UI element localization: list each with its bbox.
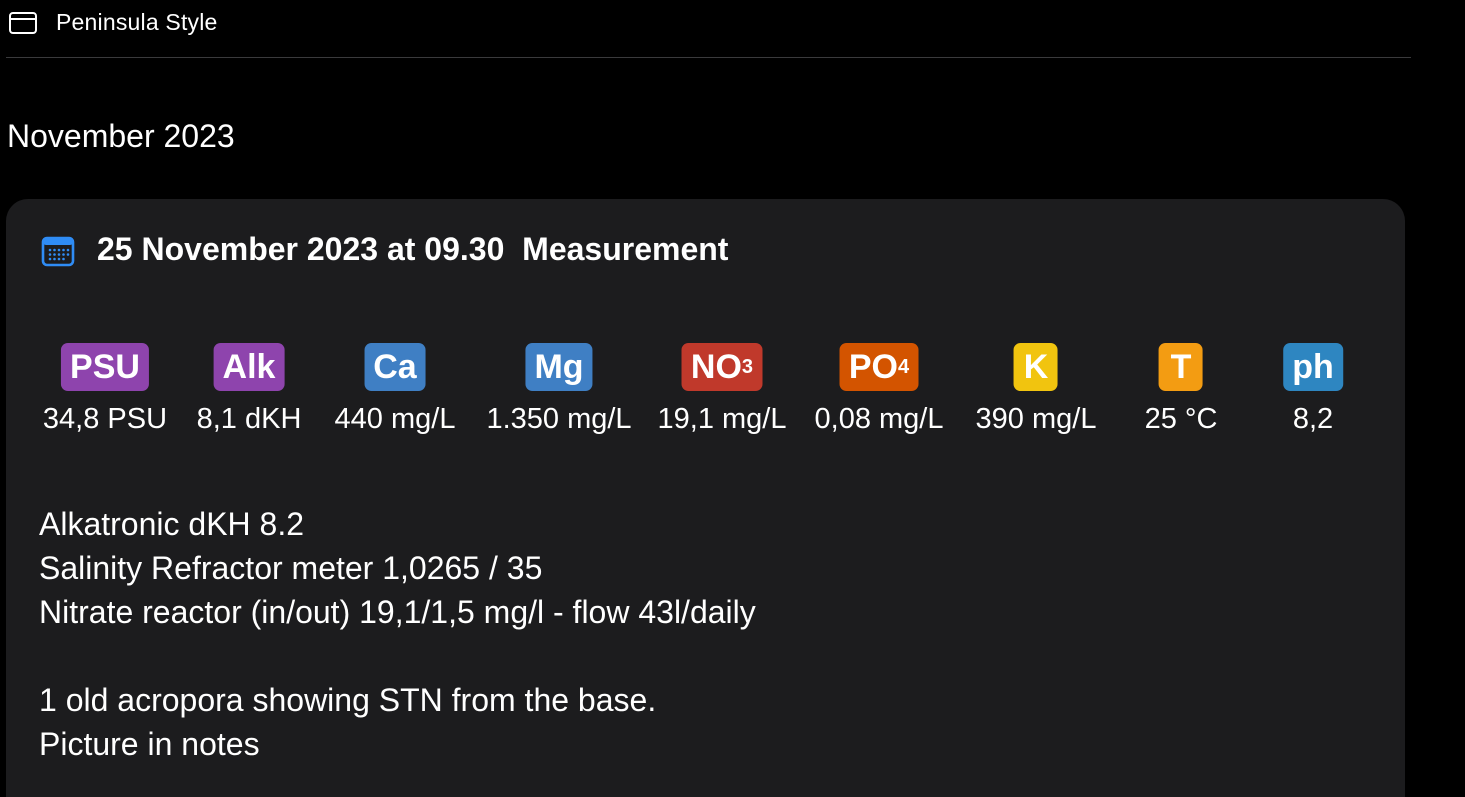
- window-icon[interactable]: [8, 11, 38, 35]
- parameter-badge-label: T: [1170, 347, 1192, 386]
- parameter-ph: ph 8,2: [1283, 343, 1343, 436]
- parameter-value: 25 °C: [1144, 403, 1218, 435]
- notes-line: Salinity Refractor meter 1,0265 / 35: [39, 550, 543, 586]
- top-bar: Peninsula Style: [6, 0, 1411, 58]
- parameter-badge: Mg: [525, 343, 593, 391]
- parameter-badge-label: ph: [1292, 347, 1334, 386]
- parameter-value: 440 mg/L: [334, 403, 456, 435]
- calendar-icon: [41, 236, 75, 267]
- parameter-value: 8,2: [1292, 403, 1334, 435]
- parameter-row: PSU 34,8 PSU Alk 8,1 dKH Ca 440 mg/L Mg 1.350 m…: [6, 343, 1405, 443]
- parameter-badge-label: PO: [848, 347, 898, 386]
- parameter-value: 8,1 dKH: [196, 403, 302, 435]
- parameter-badge-label: Mg: [534, 347, 584, 386]
- parameter-badge-label: NO: [690, 347, 742, 386]
- window-title: Peninsula Style: [56, 9, 218, 35]
- parameter-badge: K: [1013, 343, 1058, 391]
- parameter-badge: Ca: [364, 343, 426, 391]
- parameter-badge: PO 4: [839, 343, 919, 391]
- parameter-no3: NO 3 19,1 mg/L: [657, 343, 787, 436]
- parameter-badge: NO 3: [681, 343, 763, 391]
- notes-line: Picture in notes: [39, 726, 260, 762]
- entry-notes: Alkatronic dKH 8.2 Salinity Refractor met…: [39, 502, 756, 766]
- parameter-badge: Alk: [213, 343, 285, 391]
- notes-line: 1 old acropora showing STN from the base…: [39, 682, 657, 718]
- notes-blank-line: [39, 634, 756, 678]
- parameter-badge-label: Ca: [373, 347, 417, 386]
- notes-line: Nitrate reactor (in/out) 19,1/1,5 mg/l -…: [39, 594, 756, 630]
- parameter-badge-label: Alk: [222, 347, 276, 386]
- parameter-value: 34,8 PSU: [42, 403, 168, 435]
- entry-title: 25 November 2023 at 09.30 Measurement: [97, 231, 728, 268]
- measurement-entry-card[interactable]: 25 November 2023 at 09.30 Measurement PS…: [6, 199, 1405, 797]
- month-section-header: November 2023: [7, 118, 235, 154]
- parameter-mg: Mg 1.350 mg/L: [486, 343, 632, 436]
- parameter-badge-label: K: [1023, 347, 1049, 386]
- entry-type: Measurement: [522, 231, 729, 267]
- parameter-alk: Alk 8,1 dKH: [196, 343, 302, 436]
- parameter-badge-label: PSU: [70, 347, 140, 386]
- parameter-t: T 25 °C: [1144, 343, 1218, 436]
- parameter-k: K 390 mg/L: [975, 343, 1097, 436]
- parameter-value: 1.350 mg/L: [486, 403, 632, 435]
- app-page: Peninsula Style November 2023 25 Novembe…: [0, 0, 1465, 797]
- parameter-badge: ph: [1283, 343, 1343, 391]
- parameter-po4: PO 4 0,08 mg/L: [814, 343, 944, 436]
- parameter-badge: T: [1158, 343, 1203, 391]
- parameter-value: 390 mg/L: [975, 403, 1097, 435]
- notes-line: Alkatronic dKH 8.2: [39, 506, 305, 542]
- parameter-value: 19,1 mg/L: [657, 403, 787, 435]
- parameter-value: 0,08 mg/L: [814, 403, 944, 435]
- parameter-badge: PSU: [61, 343, 149, 391]
- entry-datetime: 25 November 2023 at 09.30: [97, 231, 505, 267]
- parameter-psu: PSU 34,8 PSU: [43, 343, 167, 436]
- parameter-ca: Ca 440 mg/L: [334, 343, 456, 436]
